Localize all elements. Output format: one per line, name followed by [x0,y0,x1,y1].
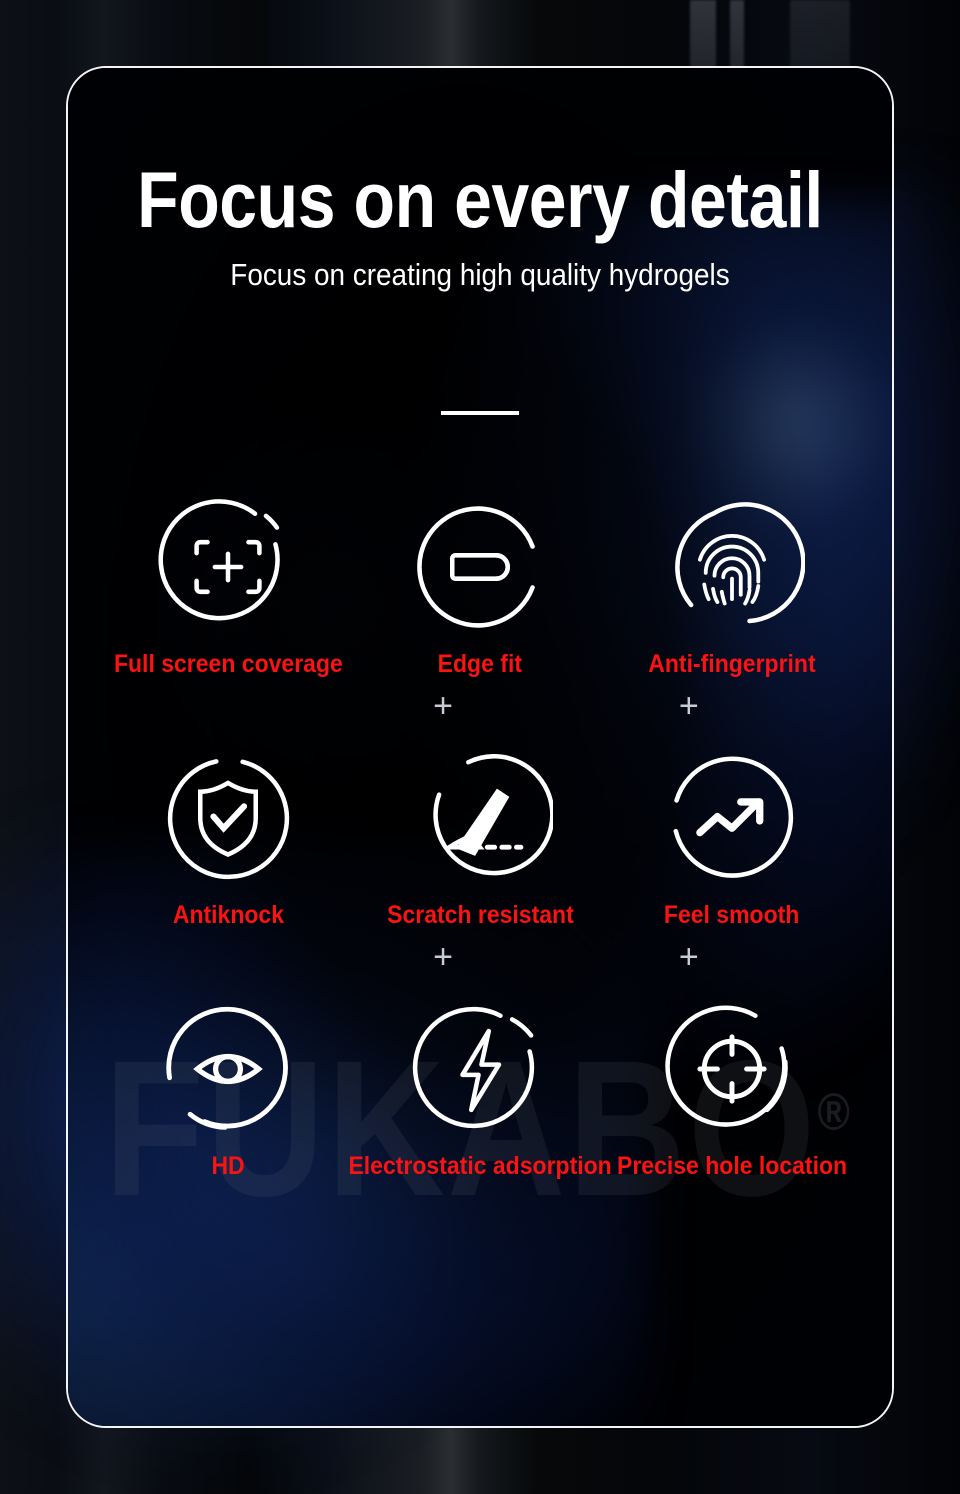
page-subtitle: Focus on creating high quality hydrogels [230,257,730,293]
feature-item-full-screen-coverage: Full screen coverage [102,492,354,679]
feature-label: Edge fit [437,650,523,678]
edge-fit-icon [405,492,555,642]
header-block: Focus on every detail Focus on creating … [68,155,892,293]
feature-label: Full screen coverage [113,650,343,678]
feature-label: Anti-fingerprint [648,650,816,678]
feature-grid: Full screen coverage Edge fit Anti-finge… [102,492,858,1181]
separator-row: + + [102,930,858,994]
electrostatic-adsorption-bolt-icon [405,994,555,1144]
feature-item-anti-fingerprint: Anti-fingerprint [606,492,858,679]
page-title: Focus on every detail [137,155,823,244]
precise-hole-location-target-icon [657,994,807,1144]
feature-item-edge-fit: Edge fit [354,492,606,679]
feature-row: HD Electrostatic adsorption Precise hole… [102,994,858,1181]
hd-eye-icon [153,994,303,1144]
feature-label: Feel smooth [664,901,800,929]
product-feature-poster: FUKABO® Focus on every detail Focus on c… [0,0,960,1494]
feature-item-antiknock: Antiknock [102,743,354,930]
plus-separator: + [678,938,699,976]
plus-separator: + [433,687,453,725]
antiknock-shield-icon [153,743,303,893]
title-divider [441,411,519,415]
feature-item-scratch-resistant: Scratch resistant [354,743,606,930]
plus-separator: + [433,938,453,976]
feature-item-feel-smooth: Feel smooth [606,743,858,930]
feature-label: Antiknock [172,901,284,929]
plus-separator: + [678,687,699,725]
feature-card-frame: FUKABO® Focus on every detail Focus on c… [66,66,894,1428]
feature-label: Scratch resistant [386,901,574,929]
feature-item-electrostatic-adsorption: Electrostatic adsorption [348,994,612,1181]
feature-row: Full screen coverage Edge fit Anti-finge… [102,492,858,679]
feature-item-hd: HD [102,994,354,1181]
feel-smooth-trend-icon [657,743,807,893]
feature-label: Electrostatic adsorption [348,1152,612,1180]
feature-item-precise-hole-location: Precise hole location [606,994,858,1181]
full-screen-coverage-icon [153,492,303,642]
scratch-resistant-icon [405,743,555,893]
separator-row: + + [102,679,858,743]
feature-row: Antiknock Scratch resistant Feel smooth [102,743,858,930]
feature-label: HD [211,1152,245,1180]
feature-label: Precise hole location [616,1152,848,1180]
anti-fingerprint-icon [657,492,807,642]
